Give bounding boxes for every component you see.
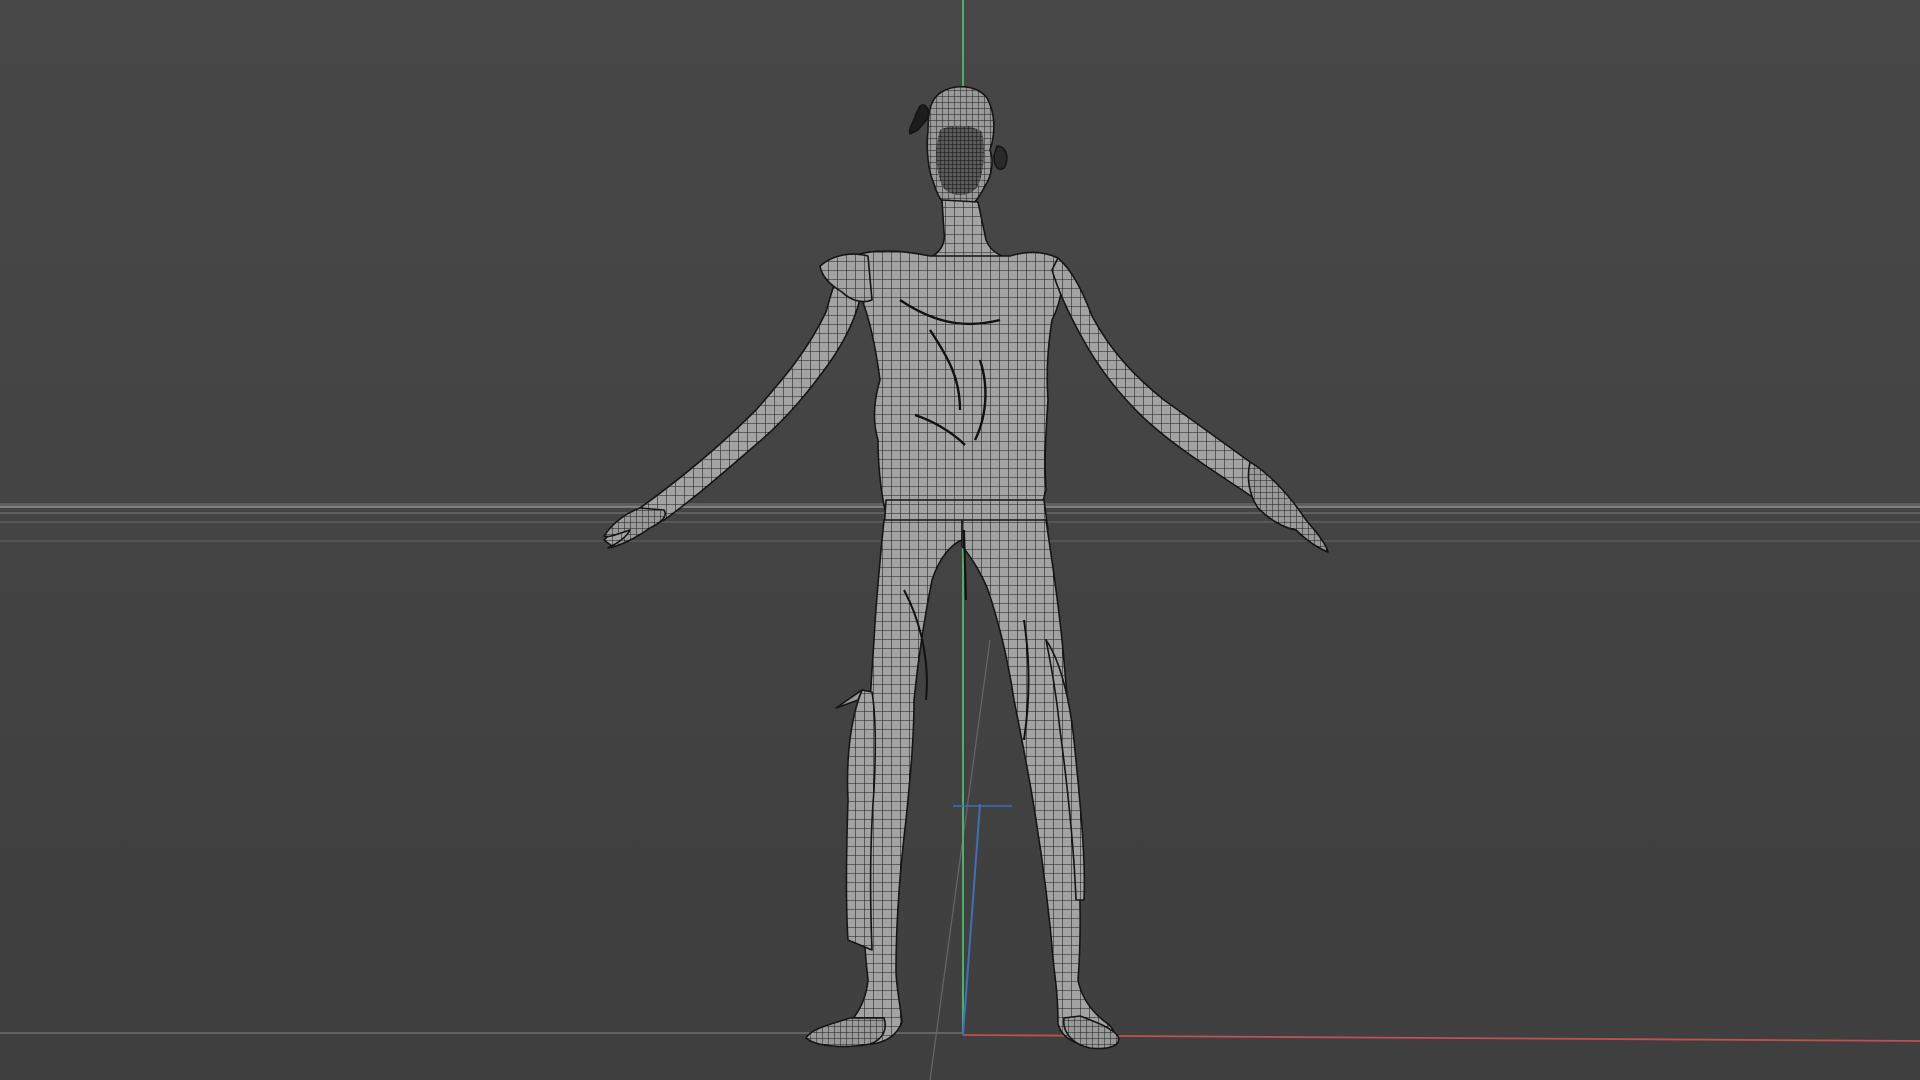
viewport-canvas[interactable] [0, 0, 1920, 1080]
mesh-torso [846, 250, 1064, 515]
world-axes [953, 0, 1920, 1042]
mesh-right-leg [961, 519, 1116, 1047]
mesh-left-shoulder-cloth [819, 253, 873, 303]
mesh-ponytail [908, 104, 930, 135]
3d-viewport[interactable] [0, 0, 1920, 1080]
mesh-face-dark [936, 125, 985, 195]
mesh-neck [929, 199, 1011, 259]
mesh-left-foot [805, 1017, 886, 1048]
axis-z-line [962, 803, 981, 1036]
mesh-cloth-strip [845, 689, 877, 951]
mesh-left-arm [603, 257, 863, 547]
mesh-right-foot [1063, 1015, 1120, 1050]
mesh-ear [993, 145, 1008, 171]
character-mesh[interactable] [603, 86, 1329, 1050]
